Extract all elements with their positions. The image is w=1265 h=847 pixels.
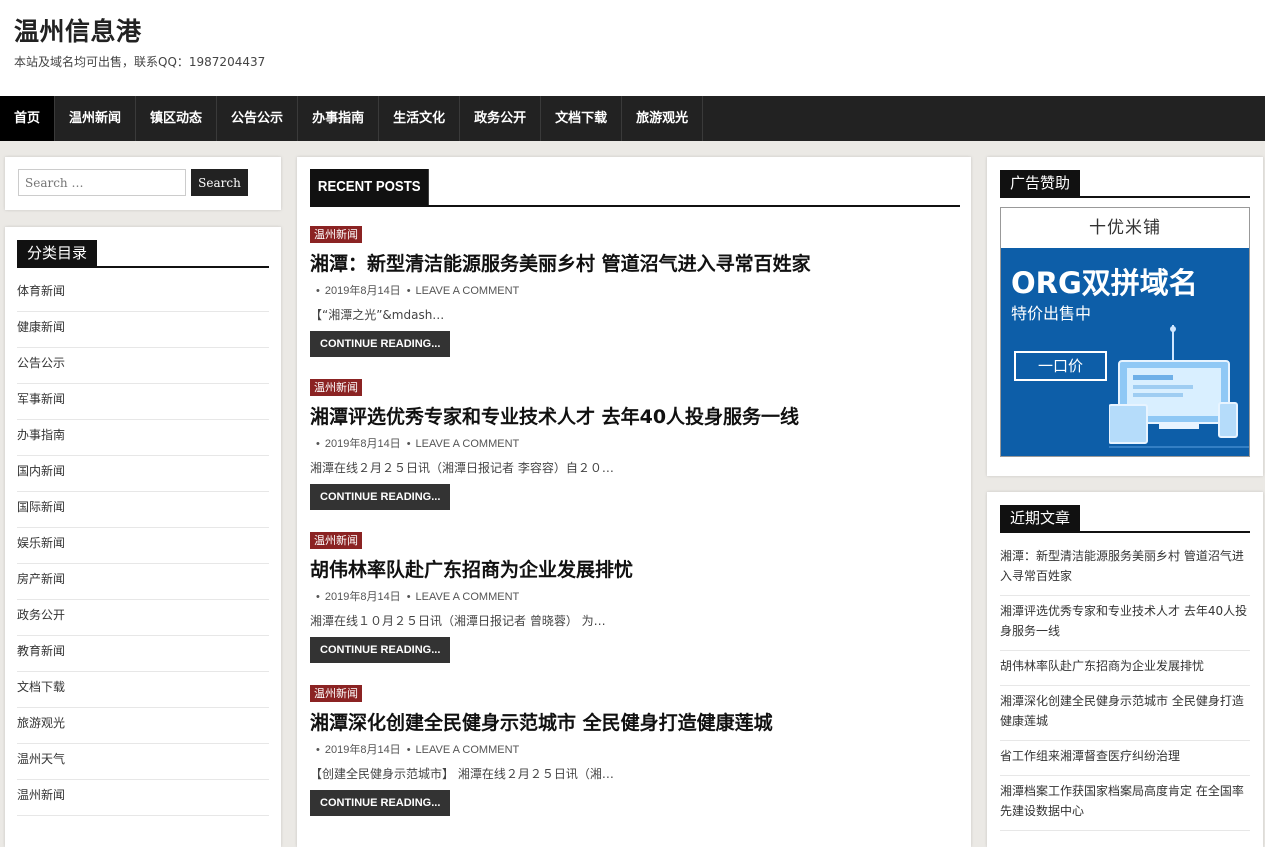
post-card: 温州新闻 湘潭评选优秀专家和专业技术人才 去年40人投身服务一线 • 2019年8… <box>310 376 960 510</box>
category-item[interactable]: 娱乐新闻 <box>17 528 269 564</box>
post-date[interactable]: 2019年8月14日 <box>325 591 401 603</box>
categories-widget: 分类目录 体育新闻 健康新闻 公告公示 军事新闻 办事指南 国内新闻 国际新闻 … <box>5 227 281 847</box>
nav-item-government[interactable]: 政务公开 <box>460 96 542 141</box>
post-excerpt: 【“湘潭之光”&mdash… <box>310 308 445 322</box>
post-meta: • 2019年8月14日 • Leave a comment <box>310 588 960 604</box>
post-excerpt: 湘潭在线１０月２５日讯（湘潭日报记者 曾晓蓉） 为… <box>310 614 606 628</box>
search-widget: Search <box>5 157 281 210</box>
search-input[interactable] <box>18 169 186 196</box>
post-category-badge[interactable]: 温州新闻 <box>310 379 362 396</box>
nav-item-downloads[interactable]: 文档下载 <box>541 96 623 141</box>
post-category-badge[interactable]: 温州新闻 <box>310 226 362 243</box>
continue-reading-button[interactable]: Continue reading... <box>310 637 451 663</box>
continue-reading-button[interactable]: Continue reading... <box>310 790 451 816</box>
devices-illustration-icon <box>1109 325 1249 448</box>
ad-heading-title: 广告赞助 <box>1000 170 1081 196</box>
recent-article-link[interactable]: 省工作组来湘潭督查医疗纠纷治理 <box>1000 741 1250 776</box>
ad-widget: 广告赞助 十优米铺 ORG双拼域名 特价出售中 一口价 <box>987 157 1263 476</box>
post-date[interactable]: 2019年8月14日 <box>325 744 401 756</box>
main-content: RECENT POSTS 温州新闻 湘潭：新型清洁能源服务美丽乡村 管道沼气进入… <box>297 157 971 847</box>
nav-item-notices[interactable]: 公告公示 <box>217 96 299 141</box>
meta-bullet: • <box>316 744 320 756</box>
ad-headline: ORG双拼域名 <box>1011 266 1198 300</box>
nav-item-tourism[interactable]: 旅游观光 <box>622 96 704 141</box>
ad-body: ORG双拼域名 特价出售中 一口价 <box>1001 248 1249 456</box>
post-category-badge[interactable]: 温州新闻 <box>310 532 362 549</box>
meta-bullet: • <box>316 285 320 297</box>
post-title[interactable]: 湘潭深化创建全民健身示范城市 全民健身打造健康莲城 <box>310 708 960 735</box>
meta-bullet: • <box>406 591 411 603</box>
recent-article-link[interactable]: 湘潭深化创建全民健身示范城市 全民健身打造健康莲城 <box>1000 686 1250 741</box>
ad-price-button[interactable]: 一口价 <box>1014 351 1107 381</box>
continue-reading-button[interactable]: Continue reading... <box>310 331 451 357</box>
site-title[interactable]: 温州信息港 <box>14 12 142 48</box>
ad-subline: 特价出售中 <box>1011 304 1092 323</box>
category-item[interactable]: 政务公开 <box>17 600 269 636</box>
categories-title: 分类目录 <box>17 240 98 266</box>
post-meta: • 2019年8月14日 • Leave a comment <box>310 282 960 298</box>
category-item[interactable]: 国内新闻 <box>17 456 269 492</box>
category-item[interactable]: 办事指南 <box>17 420 269 456</box>
recent-article-link[interactable]: 湘潭档案工作获国家档案局高度肯定 在全国率先建设数据中心 <box>1000 776 1250 831</box>
categories-heading: 分类目录 <box>17 240 269 268</box>
leave-comment-link[interactable]: Leave a comment <box>416 438 520 450</box>
post-meta: • 2019年8月14日 • Leave a comment <box>310 435 960 451</box>
category-item[interactable]: 国际新闻 <box>17 492 269 528</box>
recent-articles-widget: 近期文章 湘潭：新型清洁能源服务美丽乡村 管道沼气进入寻常百姓家 湘潭评选优秀专… <box>987 492 1263 847</box>
ad-brand: 十优米铺 <box>1001 208 1249 248</box>
site-header: 温州信息港 本站及域名均可出售，联系QQ：1987204437 <box>0 0 1265 96</box>
nav-item-wenzhou-news[interactable]: 温州新闻 <box>55 96 137 141</box>
meta-bullet: • <box>316 438 320 450</box>
category-item[interactable]: 健康新闻 <box>17 312 269 348</box>
category-list: 体育新闻 健康新闻 公告公示 军事新闻 办事指南 国内新闻 国际新闻 娱乐新闻 … <box>17 276 269 816</box>
recent-article-link[interactable]: 湘潭评选优秀专家和专业技术人才 去年40人投身服务一线 <box>1000 596 1250 651</box>
leave-comment-link[interactable]: Leave a comment <box>416 744 520 756</box>
site-description: 本站及域名均可出售，联系QQ：1987204437 <box>14 55 266 69</box>
meta-bullet: • <box>406 744 411 756</box>
search-button[interactable]: Search <box>191 169 248 196</box>
meta-bullet: • <box>406 285 411 297</box>
main-nav: 首页 温州新闻 镇区动态 公告公示 办事指南 生活文化 政务公开 文档下载 旅游… <box>0 96 1265 141</box>
recent-article-link[interactable]: 湘潭：新型清洁能源服务美丽乡村 管道沼气进入寻常百姓家 <box>1000 541 1250 596</box>
category-item[interactable]: 温州天气 <box>17 744 269 780</box>
post-card: 温州新闻 湘潭深化创建全民健身示范城市 全民健身打造健康莲城 • 2019年8月1… <box>310 682 960 816</box>
category-item[interactable]: 教育新闻 <box>17 636 269 672</box>
post-title[interactable]: 湘潭：新型清洁能源服务美丽乡村 管道沼气进入寻常百姓家 <box>310 249 960 276</box>
post-card: 温州新闻 湘潭：新型清洁能源服务美丽乡村 管道沼气进入寻常百姓家 • 2019年8… <box>310 223 960 357</box>
leave-comment-link[interactable]: Leave a comment <box>416 285 520 297</box>
recent-articles-heading: 近期文章 <box>1000 505 1250 533</box>
meta-bullet: • <box>406 438 411 450</box>
recent-article-link[interactable]: 胡伟林率队赴广东招商为企业发展排忧 <box>1000 651 1250 686</box>
recent-articles-list: 湘潭：新型清洁能源服务美丽乡村 管道沼气进入寻常百姓家 湘潭评选优秀专家和专业技… <box>1000 541 1250 831</box>
recent-posts-heading: RECENT POSTS <box>310 169 960 207</box>
post-title[interactable]: 湘潭评选优秀专家和专业技术人才 去年40人投身服务一线 <box>310 402 960 429</box>
nav-item-town-news[interactable]: 镇区动态 <box>136 96 218 141</box>
category-item[interactable]: 军事新闻 <box>17 384 269 420</box>
post-card: 温州新闻 胡伟林率队赴广东招商为企业发展排忧 • 2019年8月14日 • Leave… <box>310 529 960 663</box>
ad-heading: 广告赞助 <box>1000 170 1250 198</box>
ad-banner[interactable]: 十优米铺 ORG双拼域名 特价出售中 一口价 <box>1000 207 1250 457</box>
post-date[interactable]: 2019年8月14日 <box>325 438 401 450</box>
continue-reading-button[interactable]: Continue reading... <box>310 484 451 510</box>
post-title[interactable]: 胡伟林率队赴广东招商为企业发展排忧 <box>310 555 960 582</box>
post-date[interactable]: 2019年8月14日 <box>325 285 401 297</box>
category-item[interactable]: 文档下载 <box>17 672 269 708</box>
post-excerpt: 【创建全民健身示范城市】 湘潭在线２月２５日讯（湘… <box>310 767 614 781</box>
meta-bullet: • <box>316 591 320 603</box>
nav-item-guide[interactable]: 办事指南 <box>298 96 380 141</box>
post-excerpt: 湘潭在线２月２５日讯（湘潭日报记者 李容容）自２０… <box>310 461 614 475</box>
leave-comment-link[interactable]: Leave a comment <box>416 591 520 603</box>
recent-articles-title: 近期文章 <box>1000 505 1081 531</box>
nav-item-life-culture[interactable]: 生活文化 <box>379 96 461 141</box>
nav-item-home[interactable]: 首页 <box>0 96 56 141</box>
post-category-badge[interactable]: 温州新闻 <box>310 685 362 702</box>
post-meta: • 2019年8月14日 • Leave a comment <box>310 741 960 757</box>
category-item[interactable]: 公告公示 <box>17 348 269 384</box>
category-item[interactable]: 体育新闻 <box>17 276 269 312</box>
category-item[interactable]: 房产新闻 <box>17 564 269 600</box>
category-item[interactable]: 温州新闻 <box>17 780 269 816</box>
recent-posts-title: RECENT POSTS <box>310 169 429 205</box>
category-item[interactable]: 旅游观光 <box>17 708 269 744</box>
